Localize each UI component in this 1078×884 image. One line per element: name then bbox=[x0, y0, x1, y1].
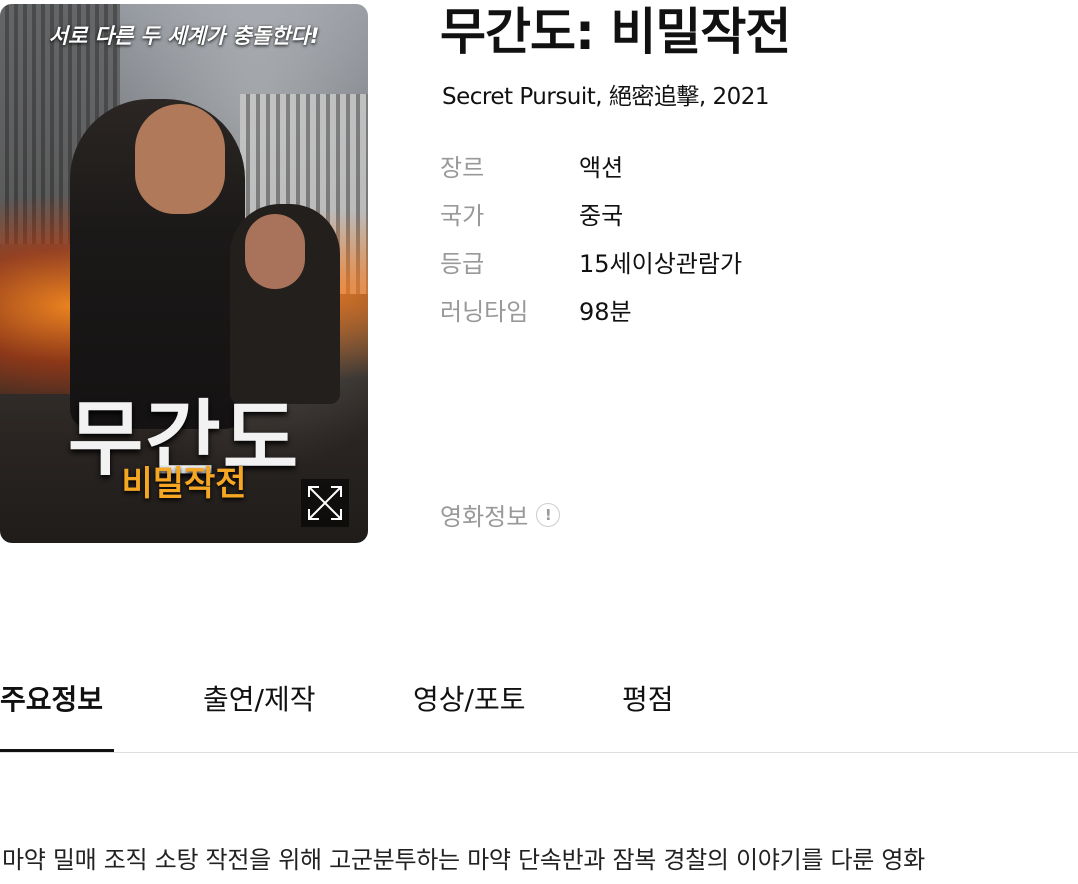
movie-synopsis: 마약 밀매 조직 소탕 작전을 위해 고군분투하는 마약 단속반과 잠복 경찰의… bbox=[2, 846, 925, 874]
movie-info-link[interactable]: 영화정보 ! bbox=[440, 497, 561, 532]
info-value: 98분 bbox=[579, 298, 632, 326]
movie-subtitle: Secret Pursuit, 絕密追擊, 2021 bbox=[442, 84, 770, 110]
movie-poster[interactable]: 서로 다른 두 세계가 충돌한다! 무간도 비밀작전 bbox=[0, 4, 368, 543]
tab-ratings[interactable]: 평점 bbox=[622, 678, 674, 752]
poster-tagline: 서로 다른 두 세계가 충돌한다! bbox=[48, 24, 320, 48]
tab-main-info[interactable]: 주요정보 bbox=[0, 678, 114, 752]
poster-actor-main-face bbox=[135, 104, 225, 214]
tab-cast-crew[interactable]: 출연/제작 bbox=[203, 678, 315, 752]
poster-actor-second-face bbox=[245, 214, 305, 289]
info-label: 등급 bbox=[440, 250, 485, 278]
info-label: 러닝타임 bbox=[440, 298, 529, 326]
info-value: 중국 bbox=[579, 202, 624, 230]
info-label: 장르 bbox=[440, 154, 485, 182]
info-value: 액션 bbox=[579, 154, 624, 182]
exclamation-icon[interactable]: ! bbox=[536, 502, 561, 527]
expand-poster-button[interactable] bbox=[301, 479, 349, 527]
info-label: 국가 bbox=[440, 202, 485, 230]
movie-title: 무간도: 비밀작전 bbox=[440, 3, 791, 61]
tab-bar: 주요정보 출연/제작 영상/포토 평점 bbox=[0, 678, 1078, 753]
expand-icon bbox=[308, 486, 342, 520]
info-value: 15세이상관람가 bbox=[579, 250, 743, 278]
movie-info-label: 영화정보 bbox=[440, 503, 529, 531]
tab-video-photo[interactable]: 영상/포토 bbox=[413, 678, 525, 752]
